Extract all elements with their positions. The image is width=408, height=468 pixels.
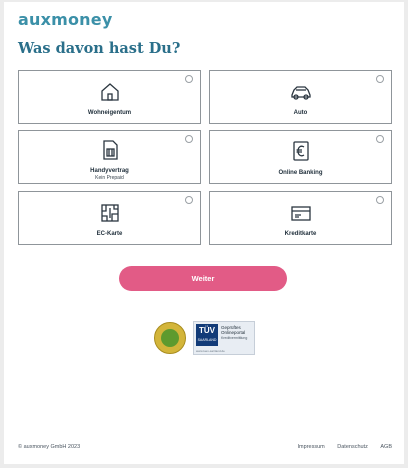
radio-button[interactable] [376,75,384,83]
trust-seal-badge [154,322,186,354]
option-wohneigentum[interactable]: Wohneigentum [18,70,201,124]
option-sublabel: Kein Prepaid [95,175,124,181]
option-handyvertrag[interactable]: Handyvertrag Kein Prepaid [18,130,201,184]
tuv-badge[interactable]: TÜV SAARLAND Geprüftes Onlineportal Kred… [193,321,255,355]
tuv-title: Geprüftes Onlineportal [221,325,246,335]
footer-links: Impressum Datenschutz AGB [287,444,392,450]
footer-link-datenschutz[interactable]: Datenschutz [337,444,368,450]
radio-button[interactable] [376,135,384,143]
footer-link-agb[interactable]: AGB [380,444,392,450]
tuv-subtitle: Kreditvermittlung [221,336,248,340]
tuv-logo: TÜV SAARLAND [196,324,218,346]
option-kreditkarte[interactable]: Kreditkarte [209,191,392,245]
radio-button[interactable] [376,196,384,204]
credit-card-icon [290,202,312,224]
radio-button[interactable] [185,75,193,83]
page-title: Was davon hast Du? [18,40,181,57]
radio-button[interactable] [185,196,193,204]
option-auto[interactable]: Auto [209,70,392,124]
weiter-button[interactable]: Weiter [119,266,287,291]
option-label: Wohneigentum [87,110,132,116]
page: auxmoney Was davon hast Du? Wohneigentum [4,2,404,464]
option-label: EC-Karte [96,231,123,237]
option-label: Handyvertrag [90,168,129,174]
option-ec-karte[interactable]: EC-Karte [18,191,201,245]
radio-button[interactable] [185,135,193,143]
option-label: Auto [293,110,308,116]
euro-device-icon [290,140,312,162]
tuv-code: www.tuev-sarrland.de [196,349,225,353]
copyright: © auxmoney GmbH 2023 [18,444,81,450]
footer-link-impressum[interactable]: Impressum [298,444,325,450]
sim-card-icon [99,139,121,161]
house-icon [99,81,121,103]
chip-card-icon [99,202,121,224]
option-label: Kreditkarte [284,231,317,237]
auxmoney-logo[interactable]: auxmoney [18,10,112,29]
option-online-banking[interactable]: Online Banking [209,130,392,184]
option-label: Online Banking [278,170,323,176]
car-icon [290,81,312,103]
